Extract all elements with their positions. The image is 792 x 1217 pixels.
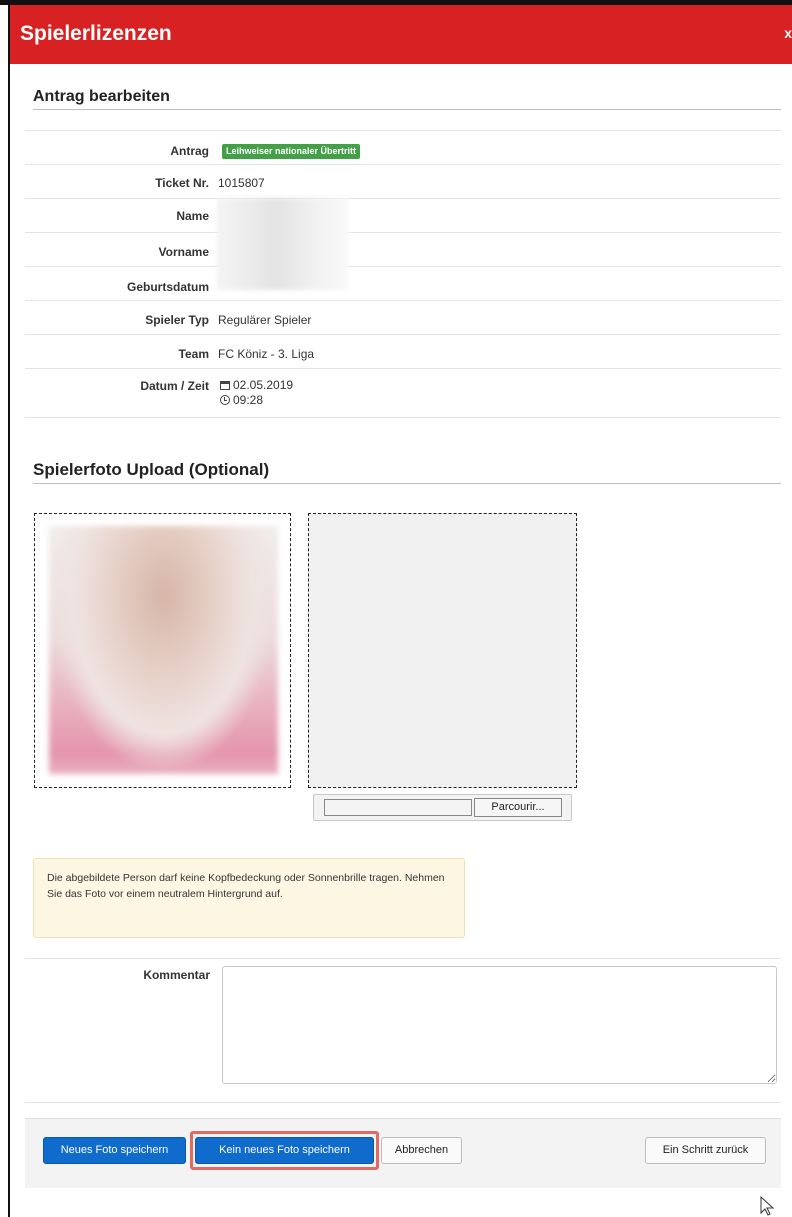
label-name: Name bbox=[176, 209, 209, 223]
row-vorname: Vorname bbox=[25, 232, 781, 266]
highlight-annotation bbox=[190, 1131, 379, 1170]
label-antrag: Antrag bbox=[170, 144, 209, 158]
row-geburtsdatum: Geburtsdatum bbox=[25, 266, 781, 300]
row-team: Team FC Köniz - 3. Liga bbox=[25, 334, 781, 368]
browse-button[interactable]: Parcourir... bbox=[474, 798, 562, 817]
row-name: Name bbox=[25, 198, 781, 232]
dialog-title: Spielerlizenzen bbox=[20, 22, 172, 45]
file-path-field[interactable] bbox=[324, 799, 472, 816]
cancel-button[interactable]: Abbrechen bbox=[381, 1137, 462, 1164]
row-datum-zeit: Datum / Zeit 02.05.2019 09:28 bbox=[25, 368, 781, 418]
label-team: Team bbox=[178, 347, 209, 361]
section-divider bbox=[33, 483, 781, 484]
form-divider bbox=[25, 1102, 781, 1103]
photo-requirements-notice: Die abgebildete Person darf keine Kopfbe… bbox=[33, 858, 465, 938]
save-new-photo-button[interactable]: Neues Foto speichern bbox=[43, 1137, 186, 1164]
comment-textarea[interactable] bbox=[222, 966, 777, 1084]
file-upload-control[interactable]: Parcourir... bbox=[313, 794, 572, 821]
back-button[interactable]: Ein Schritt zurück bbox=[645, 1137, 766, 1164]
comment-label: Kommentar bbox=[143, 968, 210, 982]
label-vorname: Vorname bbox=[158, 245, 209, 259]
status-badge: Leihweiser nationaler Übertritt bbox=[222, 144, 361, 159]
label-ticket: Ticket Nr. bbox=[155, 176, 209, 190]
label-datum-zeit: Datum / Zeit bbox=[140, 379, 209, 393]
close-icon[interactable]: x bbox=[784, 25, 792, 41]
label-spieler-typ: Spieler Typ bbox=[145, 313, 209, 327]
form-divider bbox=[25, 958, 781, 959]
dialog-header: Spielerlizenzen x bbox=[10, 5, 792, 64]
current-player-photo bbox=[49, 526, 278, 774]
value-team: FC Köniz - 3. Liga bbox=[218, 347, 315, 361]
mouse-cursor-icon bbox=[760, 1196, 775, 1216]
section-heading-request: Antrag bearbeiten bbox=[33, 88, 170, 105]
value-ticket: 1015807 bbox=[218, 176, 265, 190]
value-time: 09:28 bbox=[233, 393, 264, 407]
value-date: 02.05.2019 bbox=[233, 378, 294, 392]
value-spieler-typ: Regulärer Spieler bbox=[218, 313, 312, 327]
row-spieler-typ: Spieler Typ Regulärer Spieler bbox=[25, 300, 781, 334]
row-antrag: Antrag Leihweiser nationaler Übertritt bbox=[25, 130, 781, 164]
section-divider bbox=[33, 109, 781, 110]
clock-icon bbox=[220, 395, 230, 405]
calendar-icon bbox=[220, 381, 230, 390]
section-heading-photo: Spielerfoto Upload (Optional) bbox=[33, 460, 270, 479]
window-left-border bbox=[8, 5, 10, 1217]
label-geburtsdatum: Geburtsdatum bbox=[126, 280, 209, 294]
row-ticket: Ticket Nr. 1015807 bbox=[25, 164, 781, 198]
current-photo-frame bbox=[34, 513, 291, 788]
redacted-personal-data bbox=[217, 198, 349, 290]
new-photo-dropzone[interactable] bbox=[308, 513, 577, 788]
